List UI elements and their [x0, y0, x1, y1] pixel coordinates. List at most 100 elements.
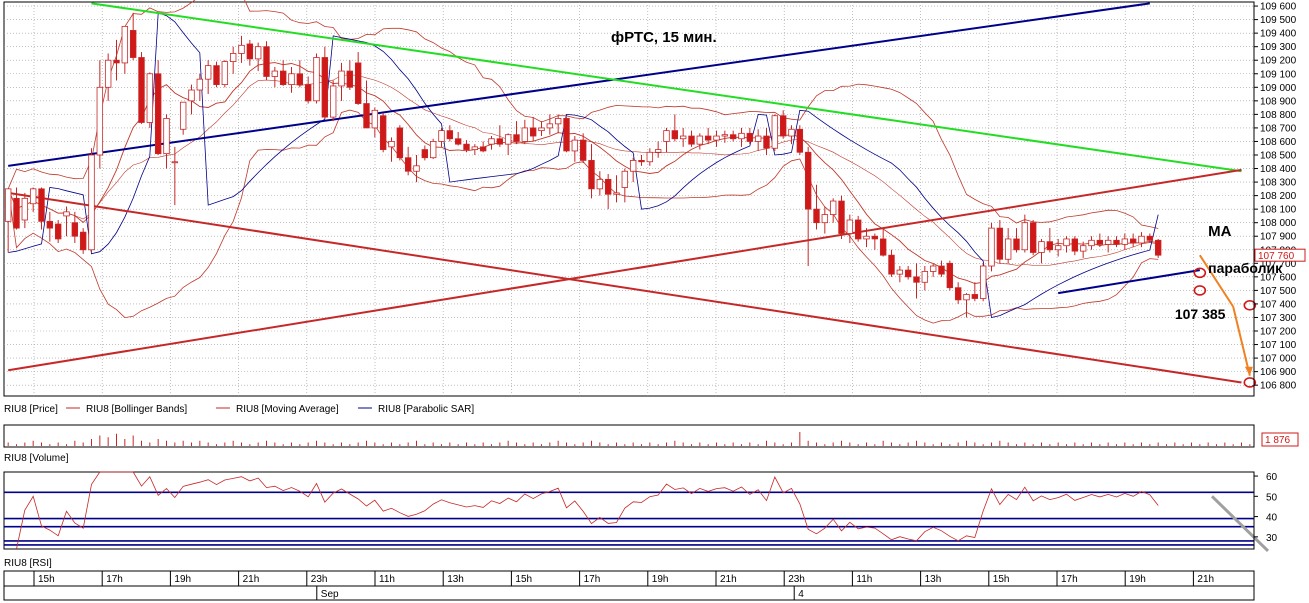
price-tick-label: 108 300: [1260, 178, 1297, 189]
candle-body: [896, 269, 904, 275]
candle-body: [1129, 238, 1137, 244]
price-tick-label: 107 200: [1260, 327, 1297, 338]
candle-body: [163, 118, 170, 155]
candle-body: [529, 127, 537, 137]
candle-body: [513, 134, 520, 142]
candle-body: [738, 132, 745, 140]
candle-body: [1029, 222, 1037, 253]
price-tick-label: 109 000: [1260, 83, 1297, 94]
price-tick-label: 109 600: [1260, 2, 1297, 13]
price-tick-label: 107 400: [1260, 299, 1297, 310]
candle-body: [138, 57, 145, 123]
candle-body: [13, 197, 20, 229]
rsi-tick-label: 60: [1266, 472, 1278, 483]
candle-body: [338, 70, 345, 87]
candle-body: [813, 208, 820, 224]
candle-body: [321, 57, 329, 118]
price-tick-label: 109 300: [1260, 42, 1297, 53]
candle-body: [1046, 241, 1054, 251]
candle-body: [988, 227, 995, 267]
chart-annotation: 107 385: [1175, 306, 1226, 322]
candle-body: [1104, 239, 1112, 245]
candle-body: [96, 86, 104, 156]
candle-body: [146, 73, 154, 123]
price-tick-label: 109 100: [1260, 69, 1297, 80]
time-tick-label: 17h: [106, 574, 123, 585]
date-label: Sep: [321, 589, 339, 600]
candle-body: [921, 271, 929, 283]
candle-body: [379, 115, 387, 150]
candle-body: [563, 118, 570, 152]
price-tick-label: 108 600: [1260, 137, 1297, 148]
candle-body: [754, 135, 762, 142]
candle-body: [713, 135, 720, 141]
candle-body: [663, 130, 670, 142]
candle-body: [71, 222, 79, 237]
candle-body: [396, 127, 404, 159]
candle-body: [1063, 238, 1070, 247]
candle-body: [521, 127, 529, 142]
candle-body: [371, 109, 379, 129]
candle-body: [229, 53, 237, 62]
candle-body: [121, 25, 129, 64]
rsi-tick-label: 30: [1266, 533, 1278, 544]
candle-body: [763, 135, 770, 149]
candle-body: [421, 149, 429, 159]
candle-body: [329, 85, 337, 118]
candle-body: [646, 151, 654, 163]
date-label: 4: [798, 589, 804, 600]
candle-body: [196, 78, 204, 91]
candle-body: [604, 178, 612, 195]
candle-body: [538, 127, 545, 132]
candle-body: [113, 59, 120, 64]
candle-body: [479, 146, 487, 152]
candle-body: [221, 61, 229, 85]
candle-body: [54, 223, 62, 240]
candle-body: [1054, 245, 1062, 251]
candle-body: [346, 70, 354, 88]
candle-body: [1021, 222, 1029, 251]
last-price-label: 107 760: [1258, 251, 1295, 262]
time-tick-label: 17h: [1061, 574, 1078, 585]
price-tick-label: 108 700: [1260, 123, 1297, 134]
candle-body: [704, 135, 712, 141]
candle-body: [496, 138, 504, 145]
candle-body: [279, 70, 287, 85]
candle-body: [546, 123, 554, 129]
candle-body: [179, 101, 187, 130]
candle-body: [821, 214, 829, 224]
candle-body: [1088, 239, 1095, 247]
candle-body: [688, 135, 695, 145]
time-tick-label: 15h: [993, 574, 1010, 585]
candle-body: [404, 157, 412, 172]
candle-body: [721, 134, 729, 137]
candle-body: [29, 188, 37, 205]
candle-body: [979, 265, 987, 299]
candle-body: [954, 287, 962, 301]
candle-body: [879, 238, 887, 256]
candle-body: [838, 200, 845, 234]
candle-body: [88, 154, 95, 251]
candle-body: [1004, 238, 1012, 260]
volume-legend: RIU8 [Volume]: [4, 453, 69, 464]
candle-body: [304, 84, 312, 102]
time-tick-label: 23h: [311, 574, 328, 585]
candle-body: [171, 161, 179, 164]
candle-body: [729, 134, 737, 140]
candle-body: [1013, 238, 1020, 251]
price-tick-label: 106 900: [1260, 367, 1297, 378]
rsi-tick-label: 40: [1266, 513, 1278, 524]
candle-body: [929, 265, 937, 272]
time-axis: 15h 17h 19h 21h 23h 11h 13h 15h 17h 19h 21h 23h 11h 1…: [3, 570, 1255, 601]
chart-title: фРТС, 15 мин.: [611, 29, 717, 46]
price-tick-label: 108 100: [1260, 205, 1297, 216]
candle-body: [771, 115, 779, 149]
candle-body: [254, 46, 262, 60]
price-tick-label: 107 000: [1260, 354, 1297, 365]
candle-body: [363, 103, 370, 129]
candle-body: [863, 235, 870, 240]
candle-body: [1113, 239, 1120, 245]
rsi-frame: [3, 471, 1255, 550]
candle-body: [46, 220, 54, 229]
price-tick-label: 107 300: [1260, 313, 1297, 324]
